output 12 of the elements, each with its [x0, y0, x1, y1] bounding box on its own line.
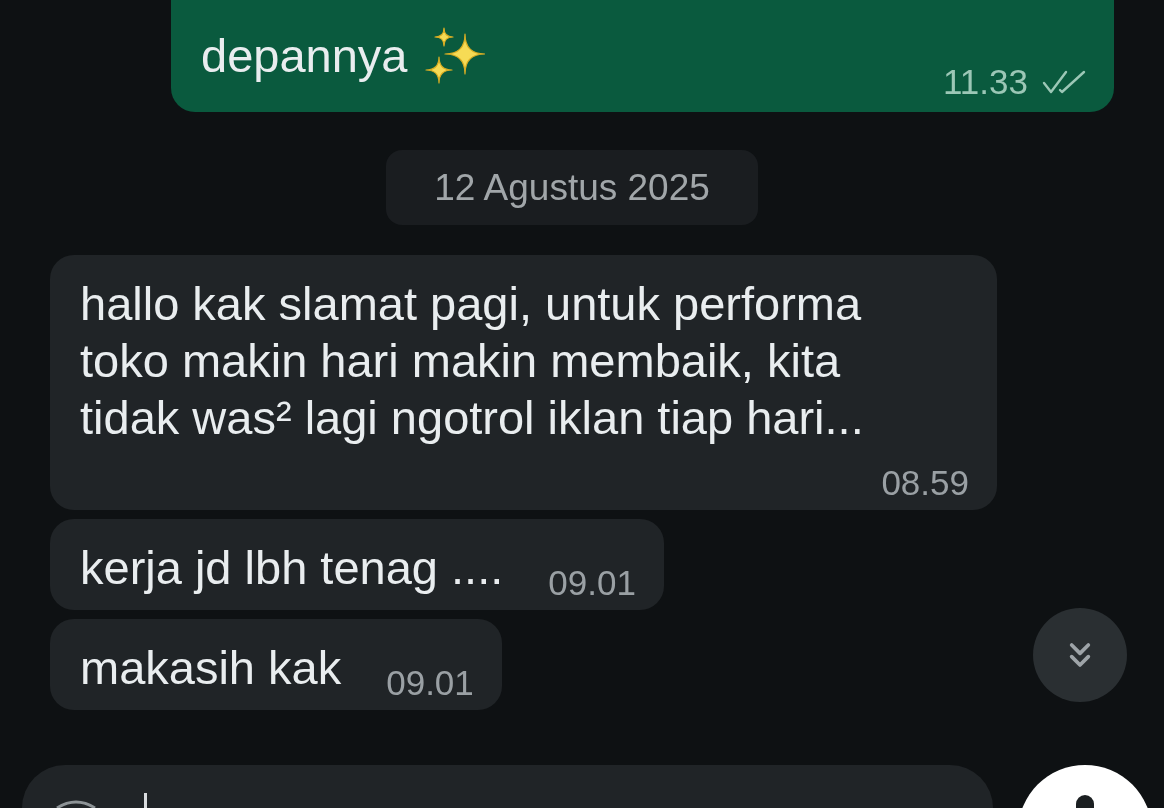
message-time: 09.01 [548, 563, 636, 603]
date-chip: 12 Agustus 2025 [386, 150, 758, 225]
emoji-icon [54, 800, 98, 808]
message-time: 11.33 [943, 62, 1028, 102]
message-text: depannya [201, 28, 408, 84]
text-cursor [144, 793, 147, 808]
message-text: hallo kak slamat pagi, untuk performa toko makin hari makin membaik, kita tidak was² lagi ngotrol iklan tiap hari... [80, 276, 865, 446]
message-text: kerja jd lbh tenag .... [80, 540, 504, 596]
mic-icon [1076, 795, 1094, 808]
message-time: 09.01 [386, 663, 474, 703]
message-time: 08.59 [881, 463, 969, 503]
message-text: makasih kak [80, 640, 342, 696]
